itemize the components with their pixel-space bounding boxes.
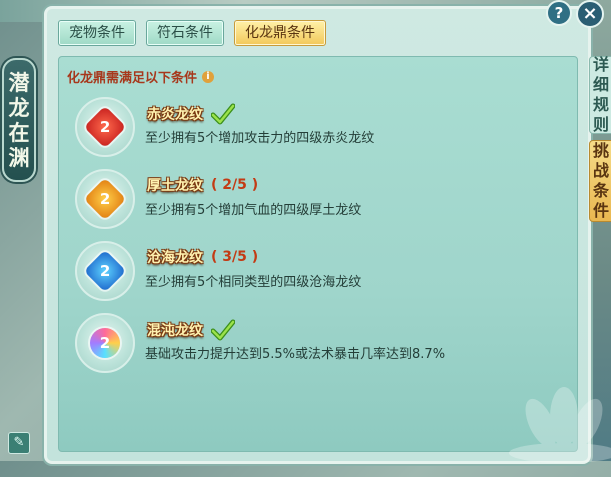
condition-name-row: 沧海龙纹 ( 3/5 ) <box>145 247 258 267</box>
checkmark-icon <box>211 319 235 341</box>
chaos-gem-icon: 2 <box>90 328 120 358</box>
side-tab-char: 则 <box>592 115 609 134</box>
close-button[interactable]: × <box>576 0 604 28</box>
condition-name: 沧海龙纹 <box>147 250 203 266</box>
side-tab-challenge-conditions[interactable]: 挑 战 条 件 <box>589 140 611 222</box>
left-title-char: 渊 <box>8 145 30 170</box>
left-title-char: 潜 <box>8 70 30 95</box>
condition-item-houtu: 2 厚土龙纹 ( 2/5 ) 至少拥有5个增加气血的四级厚土龙纹 <box>75 169 565 229</box>
condition-description: 基础攻击力提升达到5.5%或法术暴击几率达到8.7% <box>145 347 446 362</box>
conditions-content: 化龙鼎需满足以下条件 i 2 赤炎龙纹 至少拥有5个增加攻击力的四级赤炎龙纹 2… <box>58 56 611 463</box>
condition-name: 赤炎龙纹 <box>147 107 203 123</box>
gem-badge: 2 <box>75 313 135 373</box>
gem-badge: 2 <box>75 169 135 229</box>
condition-name-row: 厚土龙纹 ( 2/5 ) <box>145 175 258 195</box>
left-vertical-title: 潜 龙 在 渊 <box>2 58 36 182</box>
side-tab-char: 挑 <box>592 141 609 160</box>
side-tab-char: 规 <box>592 95 609 114</box>
condition-name: 混沌龙纹 <box>147 323 203 339</box>
red-gem-icon: 2 <box>83 105 127 149</box>
condition-description: 至少拥有5个增加气血的四级厚土龙纹 <box>145 203 362 218</box>
condition-item-chiyan: 2 赤炎龙纹 至少拥有5个增加攻击力的四级赤炎龙纹 <box>75 97 565 157</box>
side-tab-char: 详 <box>592 55 609 74</box>
condition-progress: ( 2/5 ) <box>211 177 259 193</box>
edit-note-icon[interactable]: ✎ <box>8 432 30 454</box>
header-title: 化龙鼎需满足以下条件 <box>67 71 198 86</box>
condition-item-canghai: 2 沧海龙纹 ( 3/5 ) 至少拥有5个相同类型的四级沧海龙纹 <box>75 241 565 301</box>
conditions-header: 化龙鼎需满足以下条件 i <box>67 67 215 86</box>
side-tab-char: 战 <box>592 161 609 180</box>
lotus-watermark <box>509 387 611 463</box>
condition-description: 至少拥有5个相同类型的四级沧海龙纹 <box>145 275 362 290</box>
checkmark-icon <box>211 103 235 125</box>
side-tab-char: 条 <box>592 181 609 200</box>
tab-bar: 宠物条件 符石条件 化龙鼎条件 <box>58 20 326 46</box>
tab-dragon-cauldron-conditions[interactable]: 化龙鼎条件 <box>234 20 326 46</box>
left-title-char: 在 <box>8 120 30 145</box>
tab-rune-conditions[interactable]: 符石条件 <box>146 20 224 46</box>
condition-name-row: 混沌龙纹 <box>145 319 235 341</box>
left-title-char: 龙 <box>8 95 30 120</box>
side-tab-detailed-rules[interactable]: 详 细 规 则 <box>589 55 611 134</box>
blue-gem-icon: 2 <box>83 249 127 293</box>
condition-name: 厚土龙纹 <box>147 178 203 194</box>
condition-name-row: 赤炎龙纹 <box>145 103 235 125</box>
gem-badge: 2 <box>75 241 135 301</box>
tab-pet-conditions[interactable]: 宠物条件 <box>58 20 136 46</box>
help-button[interactable]: ? <box>546 0 572 26</box>
gem-badge: 2 <box>75 97 135 157</box>
orange-gem-icon: 2 <box>83 177 127 221</box>
info-icon[interactable]: i <box>202 70 215 83</box>
side-tab-char: 细 <box>592 75 609 94</box>
condition-item-hundun: 2 混沌龙纹 基础攻击力提升达到5.5%或法术暴击几率达到8.7% <box>75 313 565 373</box>
side-tab-char: 件 <box>592 201 609 220</box>
condition-description: 至少拥有5个增加攻击力的四级赤炎龙纹 <box>145 131 375 146</box>
condition-progress: ( 3/5 ) <box>211 249 259 265</box>
